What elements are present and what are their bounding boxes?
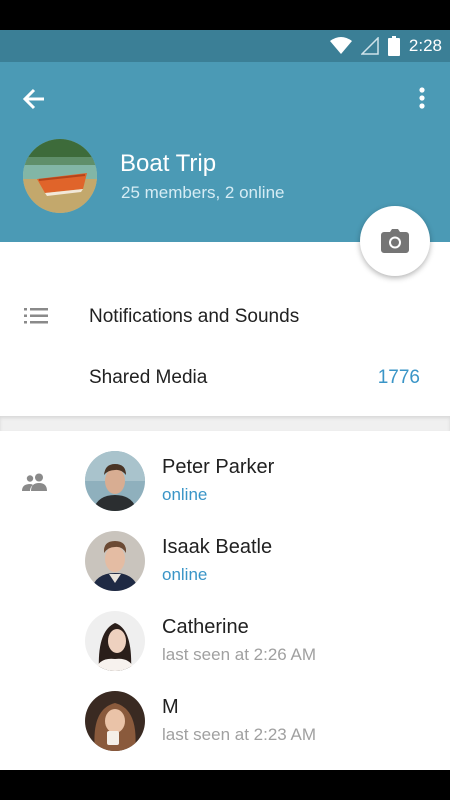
- back-arrow-icon[interactable]: [20, 84, 50, 114]
- shared-media-count: 1776: [377, 367, 420, 388]
- more-vertical-icon[interactable]: [416, 84, 428, 114]
- avatar: [85, 691, 145, 751]
- section-divider: [0, 416, 450, 431]
- group-title: Boat Trip: [120, 150, 217, 177]
- bottom-black-bar: [0, 770, 450, 800]
- member-item-catherine[interactable]: Catherine last seen at 2:26 AM: [0, 611, 450, 691]
- member-status: last seen at 2:26 AM: [162, 645, 317, 664]
- shared-media-row[interactable]: Shared Media: [89, 367, 207, 389]
- clock: 2:28: [408, 36, 442, 55]
- member-item-m[interactable]: M last seen at 2:23 AM: [0, 691, 450, 771]
- battery-icon: [387, 36, 400, 56]
- member-item-peter-parker[interactable]: Peter Parker online: [0, 451, 450, 531]
- status-bar: 2:28: [0, 30, 450, 62]
- group-subtitle: 25 members, 2 online: [121, 183, 285, 202]
- wifi-icon: [329, 37, 352, 54]
- member-item-isaak-beatle[interactable]: Isaak Beatle online: [0, 531, 450, 611]
- camera-button[interactable]: [360, 206, 430, 276]
- avatar: [85, 531, 145, 591]
- member-status: online: [162, 485, 208, 504]
- avatar: [85, 611, 145, 671]
- list-icon: [24, 308, 48, 324]
- avatar: [85, 451, 145, 511]
- top-black-bar: [0, 0, 450, 30]
- member-name: Peter Parker: [162, 456, 275, 478]
- member-name: Catherine: [162, 616, 249, 638]
- group-avatar[interactable]: [23, 139, 97, 213]
- notifications-row[interactable]: Notifications and Sounds: [89, 306, 299, 328]
- member-status: last seen at 2:23 AM: [162, 725, 317, 744]
- member-name: M: [162, 696, 179, 718]
- member-status: online: [162, 565, 208, 584]
- signal-icon: [360, 37, 379, 55]
- member-name: Isaak Beatle: [162, 536, 273, 558]
- members-section: Peter Parker online Isaak Beatle online …: [0, 431, 450, 770]
- camera-icon: [381, 229, 409, 253]
